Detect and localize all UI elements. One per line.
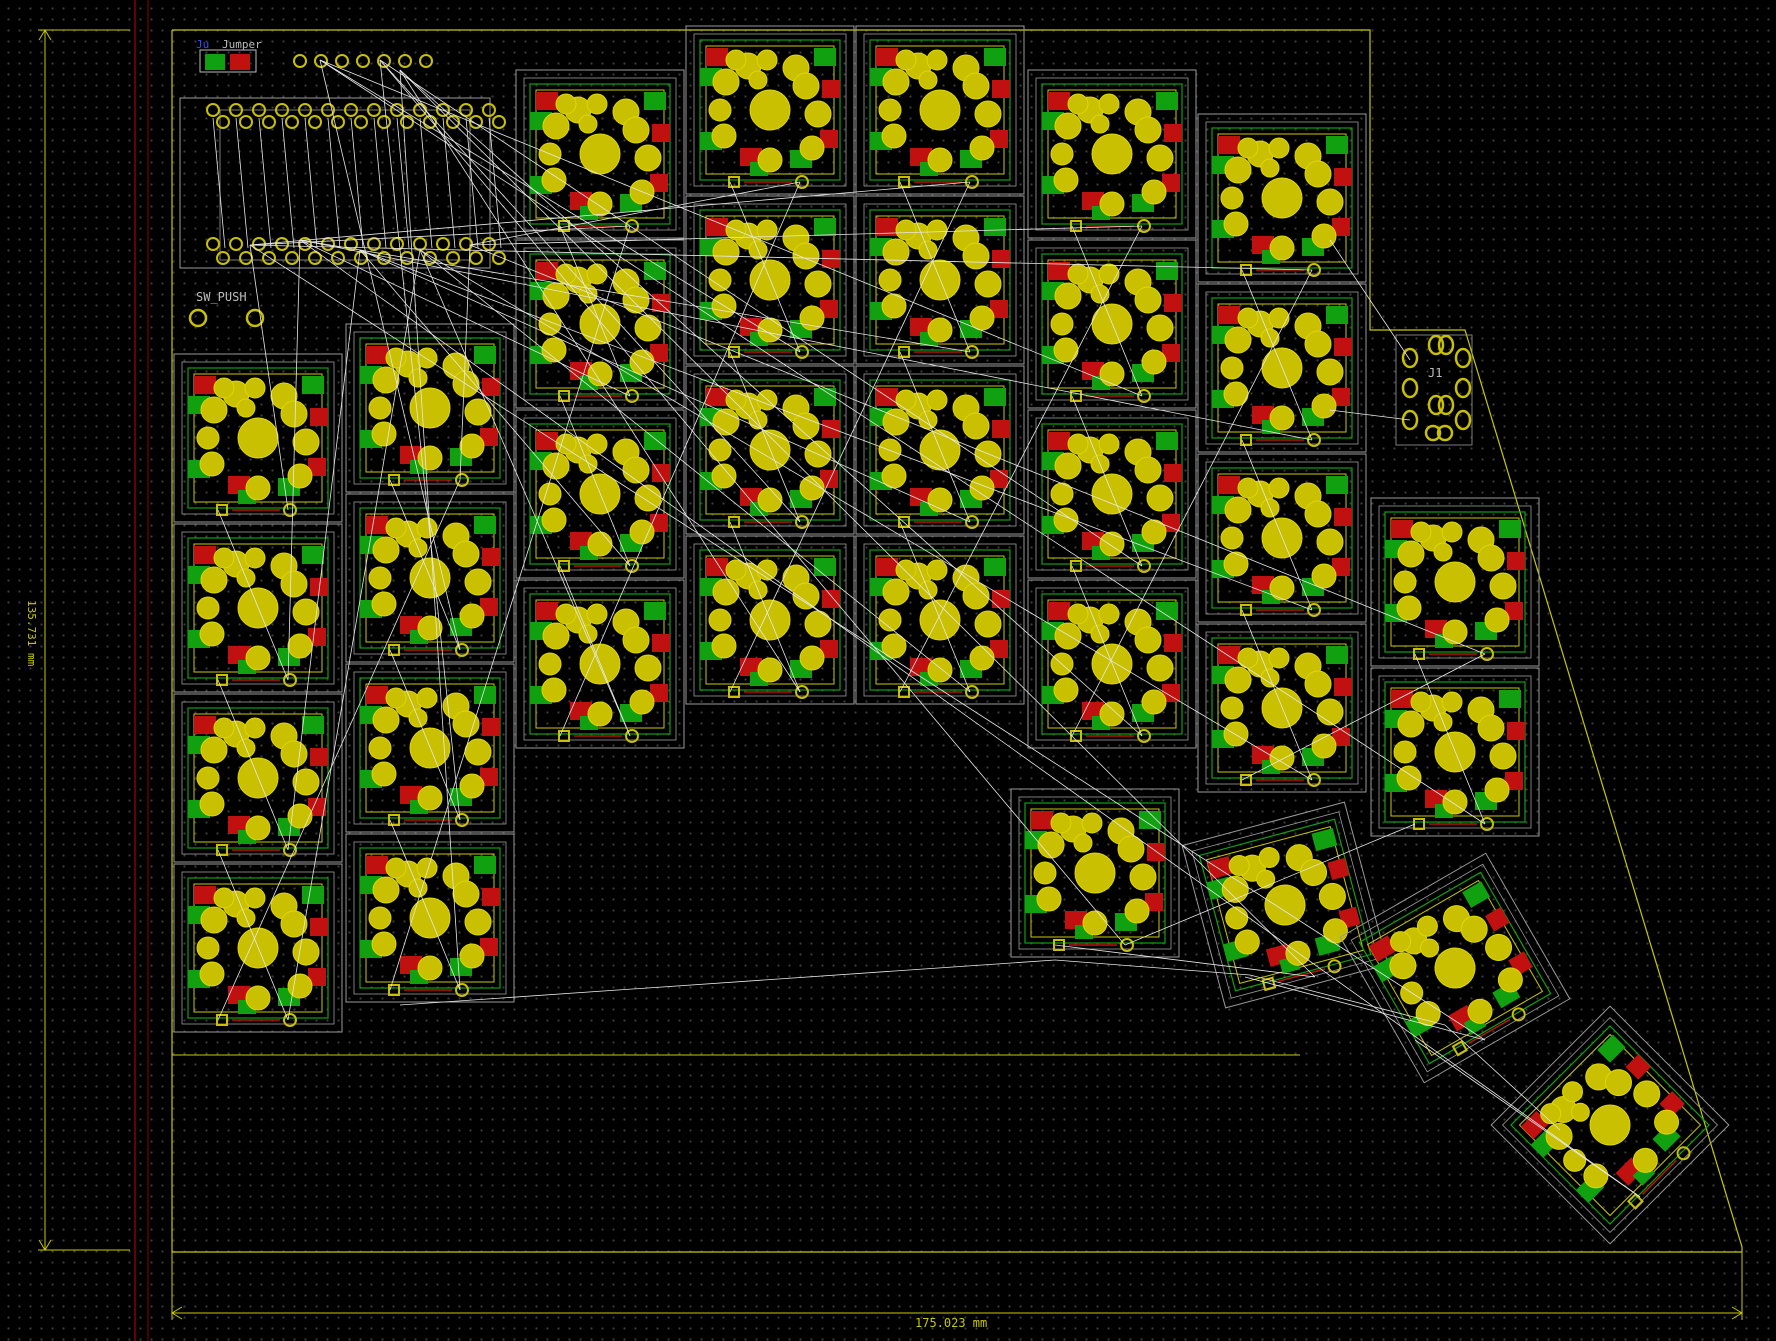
mcu-footprint[interactable] <box>179 97 506 269</box>
keyswitch-footprint-icon[interactable] <box>515 69 685 239</box>
pcb-canvas[interactable]: Ju Jumper SW_PUSH J1 135.731 mm 175.023 … <box>0 0 1776 1341</box>
trrs-connector-footprint-icon[interactable] <box>1395 334 1473 446</box>
keyswitch-footprint-icon[interactable] <box>1370 497 1540 667</box>
keyswitch-footprint-icon[interactable] <box>1490 1005 1730 1245</box>
width-dimension-label: 175.023 mm <box>915 1316 987 1330</box>
reset-switch-footprint-icon[interactable] <box>188 308 265 328</box>
jumper-label: Jumper <box>222 38 262 51</box>
margin-lines <box>134 0 149 1341</box>
keyswitch-footprint-icon[interactable] <box>1339 852 1571 1084</box>
keyswitch-footprint-icon[interactable] <box>1181 801 1389 1009</box>
height-dimension-label: 135.731 mm <box>25 600 38 667</box>
pcb-layout[interactable]: Ju Jumper SW_PUSH J1 135.731 mm 175.023 … <box>0 0 1776 1341</box>
pad-icon <box>356 54 370 68</box>
pad-icon <box>293 54 307 68</box>
keyswitch-footprint-icon[interactable] <box>855 25 1025 195</box>
pad-icon <box>419 54 433 68</box>
keyswitch-footprint-icon[interactable] <box>1010 788 1180 958</box>
jumper-footprint-icon[interactable] <box>199 49 257 73</box>
board-outline[interactable] <box>171 29 1743 1253</box>
keyswitch-footprint-icon[interactable] <box>685 25 855 195</box>
pad-icon <box>398 54 412 68</box>
key-switch-footprints[interactable] <box>173 25 1730 1245</box>
sw-push-label: SW_PUSH <box>196 290 247 304</box>
mcu-footprint-icon[interactable] <box>179 97 506 269</box>
edge-cuts-outline[interactable] <box>171 29 1743 1253</box>
keyswitch-footprint-icon[interactable] <box>1027 69 1197 239</box>
connector-j1-label: J1 <box>1428 366 1442 380</box>
jumper-ref-label: Ju <box>196 38 209 51</box>
keyswitch-footprint-icon[interactable] <box>173 353 343 523</box>
pad-icon <box>335 54 349 68</box>
keyswitch-footprint-icon[interactable] <box>345 323 515 493</box>
